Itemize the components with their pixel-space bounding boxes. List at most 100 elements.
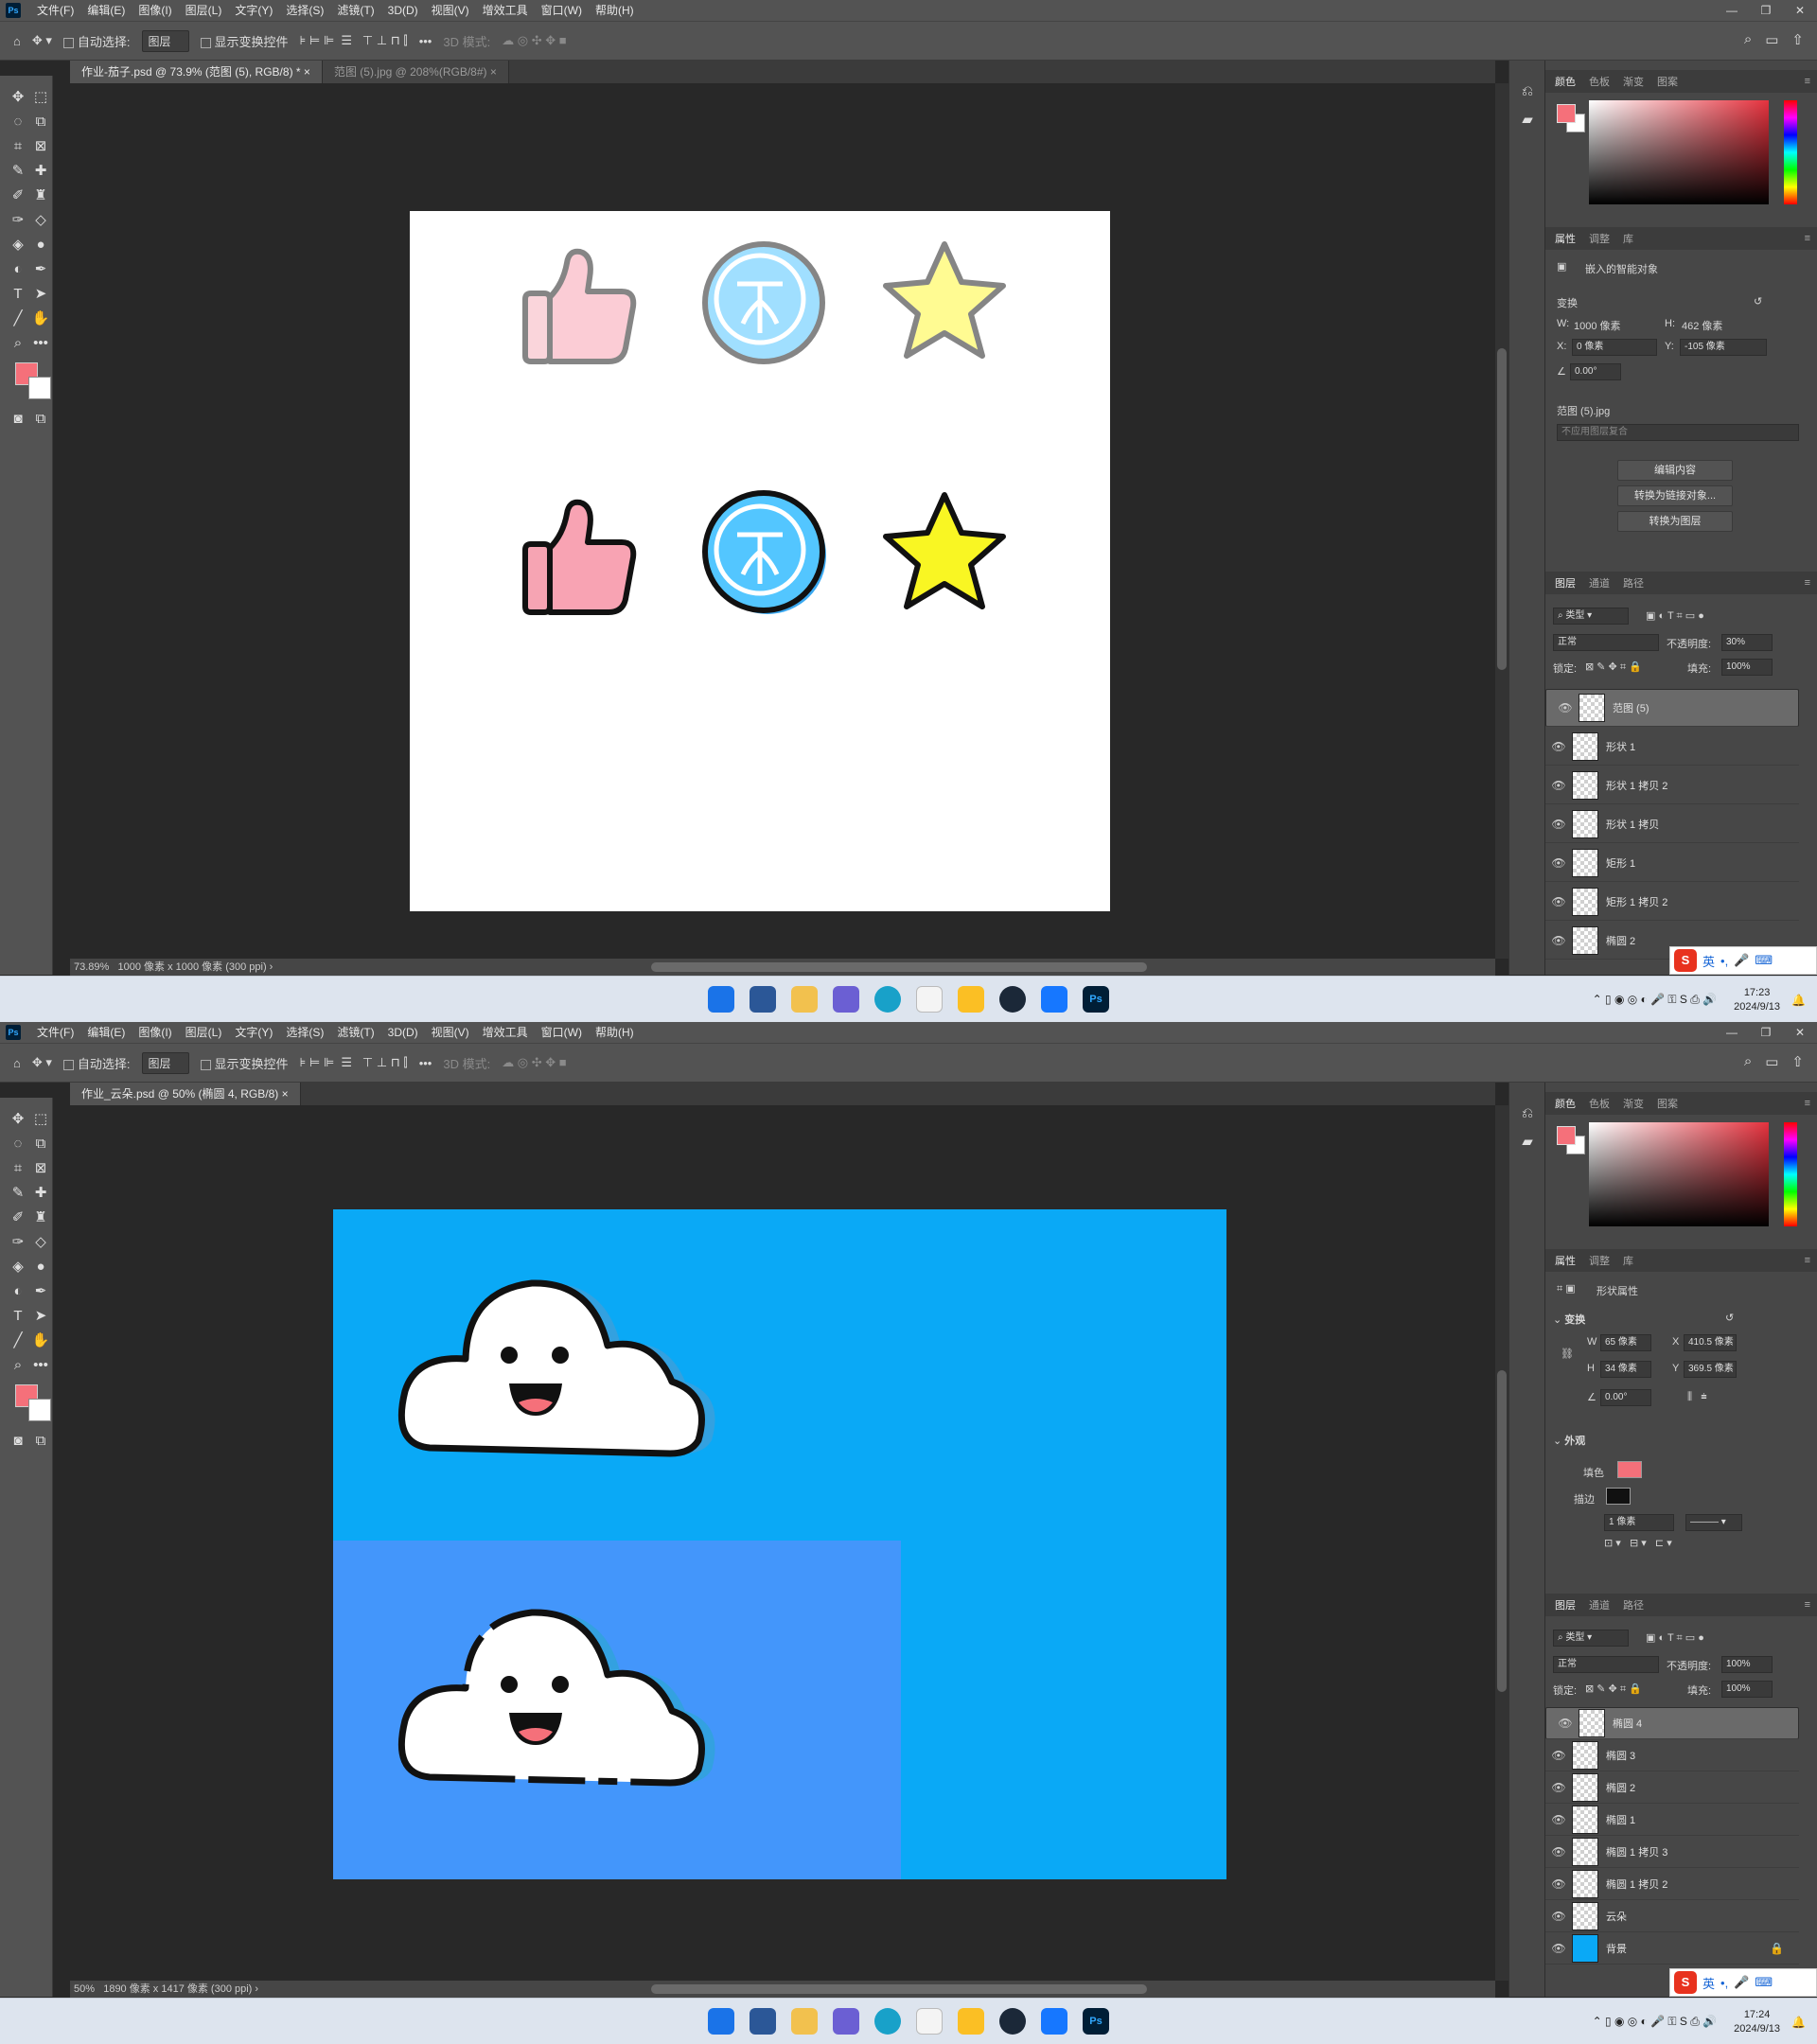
menu-layer[interactable]: 图层(L) [179, 1022, 229, 1043]
qq-icon[interactable] [916, 986, 943, 1013]
workspace-icon[interactable]: ▭ [1765, 31, 1778, 48]
eye-icon[interactable]: 👁 [1545, 1813, 1572, 1826]
panel-menu-icon[interactable]: ≡ [1805, 577, 1810, 589]
align-icons[interactable]: ⊧ ⊨ ⊫ ☰ ⊤ ⊥ ⊓ ⫿ [300, 1055, 408, 1070]
document-canvas[interactable] [410, 211, 1110, 911]
search-icon[interactable]: ⌕ [1744, 31, 1752, 48]
crop-tool-icon[interactable]: ⌗ [6, 134, 30, 157]
notification-icon[interactable]: 🔔 [1791, 2016, 1806, 2029]
tray-icons[interactable]: ⌃ ▯ ◉ ◎ ◐ 🎤 ⚿ S ⎙ 🔊 [1593, 993, 1717, 1007]
lasso-tool-icon[interactable]: ◌ [6, 1132, 30, 1154]
y-field[interactable]: 369.5 像素 [1684, 1361, 1737, 1378]
panel-menu-icon[interactable]: ≡ [1805, 76, 1810, 87]
menu-layer[interactable]: 图层(L) [179, 0, 229, 21]
x-field[interactable]: 410.5 像素 [1684, 1334, 1737, 1351]
menu-help[interactable]: 帮助(H) [589, 0, 641, 21]
layer-filter-icons[interactable]: ▣ ◐ T ⌗ ▭ ● [1646, 609, 1704, 623]
bucket-icon[interactable]: ◈ [6, 233, 30, 256]
path-select-icon[interactable]: ➤ [28, 282, 53, 305]
tab-properties[interactable]: 属性 [1555, 231, 1576, 246]
tab-gradients[interactable]: 渐变 [1623, 1096, 1644, 1111]
layer-select-dropdown[interactable]: 图层 [141, 29, 189, 52]
history-brush-icon[interactable]: ✑ [6, 1230, 30, 1253]
color-spectrum[interactable] [1589, 100, 1769, 204]
move-tool-icon[interactable]: ✥ ▾ [32, 33, 52, 48]
ime-toolbar[interactable]: S 英 •, 🎤 ⌨ [1669, 946, 1817, 975]
menu-plugins[interactable]: 增效工具 [476, 1022, 535, 1043]
foreground-color-swatch[interactable] [1557, 1126, 1576, 1145]
more-icon[interactable]: ••• [419, 1056, 432, 1070]
tab-swatches[interactable]: 色板 [1589, 74, 1610, 89]
menu-file[interactable]: 文件(F) [30, 1022, 80, 1043]
blend-mode-select[interactable]: 正常 [1553, 634, 1659, 651]
vertical-scrollbar[interactable] [1495, 83, 1508, 959]
menu-window[interactable]: 窗口(W) [535, 1022, 589, 1043]
search-icon[interactable]: ⌕ [1744, 1053, 1752, 1070]
tray-icons[interactable]: ⌃ ▯ ◉ ◎ ◐ 🎤 ⚿ S ⎙ 🔊 [1593, 2015, 1717, 2029]
tab-layers[interactable]: 图层 [1555, 575, 1576, 590]
tab-color[interactable]: 颜色 [1555, 74, 1576, 89]
healing-icon[interactable]: ✚ [28, 1181, 53, 1204]
lock-icons[interactable]: ⊠ ✎ ✥ ⌗ 🔒 [1585, 661, 1642, 674]
tab-properties[interactable]: 属性 [1555, 1253, 1576, 1268]
layer-row[interactable]: 👁 椭圆 1 拷贝 2 [1545, 1868, 1799, 1900]
foreground-color-swatch[interactable] [1557, 104, 1576, 123]
feishu-icon[interactable] [1041, 2008, 1067, 2035]
keyboard-icon[interactable]: ⌨ [1755, 953, 1773, 968]
opacity-field[interactable]: 100% [1721, 1656, 1773, 1673]
eye-icon[interactable]: 👁 [1545, 934, 1572, 947]
layer-row[interactable]: 👁 矩形 1 [1545, 844, 1799, 882]
punct-icon[interactable]: •, [1720, 1976, 1728, 1990]
frame-tool-icon[interactable]: ⊠ [28, 1156, 53, 1179]
home-icon[interactable]: ⌂ [13, 1056, 21, 1070]
menu-plugins[interactable]: 增效工具 [476, 0, 535, 21]
menu-view[interactable]: 视图(V) [425, 0, 476, 21]
edge-icon[interactable] [874, 2008, 901, 2035]
history-icon[interactable]: ⎌ [1515, 1101, 1540, 1124]
menu-window[interactable]: 窗口(W) [535, 0, 589, 21]
layer-row[interactable]: 👁 范图 (5) [1545, 689, 1799, 727]
show-transform-checkbox[interactable] [200, 37, 211, 48]
eye-icon[interactable]: 👁 [1545, 1781, 1572, 1794]
width-field[interactable]: 65 像素 [1600, 1334, 1651, 1351]
hue-slider[interactable] [1784, 1122, 1797, 1226]
stroke-color-swatch[interactable] [1606, 1488, 1631, 1505]
object-select-icon[interactable]: ⧉ [28, 110, 53, 132]
ime-toolbar[interactable]: S 英 •, 🎤 ⌨ [1669, 1968, 1817, 1997]
menu-filter[interactable]: 滤镜(T) [330, 0, 380, 21]
height-value[interactable]: 462 像素 [1682, 318, 1722, 333]
layer-row[interactable]: 👁 椭圆 3 [1545, 1739, 1799, 1771]
tab-libraries[interactable]: 库 [1623, 231, 1633, 246]
punct-icon[interactable]: •, [1720, 954, 1728, 968]
pen-tool-icon[interactable]: ✒ [28, 257, 53, 280]
screen-mode-icon[interactable]: ⧉ [28, 407, 53, 430]
eye-icon[interactable]: 👁 [1545, 1942, 1572, 1955]
fill-color-swatch[interactable] [1617, 1461, 1642, 1478]
steam-icon[interactable] [999, 986, 1026, 1013]
tab-adjustments[interactable]: 调整 [1589, 1253, 1610, 1268]
stamp-tool-icon[interactable]: ♜ [28, 1206, 53, 1228]
line-tool-icon[interactable]: ╱ [6, 1329, 30, 1351]
layer-row[interactable]: 👁 形状 1 拷贝 2 [1545, 766, 1799, 804]
minimize-icon[interactable]: — [1715, 1022, 1749, 1043]
eraser-icon[interactable]: ◇ [28, 208, 53, 231]
more-icon[interactable]: ••• [419, 34, 432, 48]
width-value[interactable]: 1000 像素 [1574, 318, 1621, 333]
tab-channels[interactable]: 通道 [1589, 575, 1610, 590]
fill-field[interactable]: 100% [1721, 1681, 1773, 1698]
fill-field[interactable]: 100% [1721, 659, 1773, 676]
auto-select-checkbox[interactable] [62, 1059, 74, 1070]
layer-comp-select[interactable]: 不应用图层复合 [1557, 424, 1799, 441]
object-select-icon[interactable]: ⧉ [28, 1132, 53, 1154]
eye-icon[interactable]: 👁 [1545, 779, 1572, 792]
auto-select-checkbox[interactable] [62, 37, 74, 48]
blur-icon[interactable]: ● [28, 1255, 53, 1278]
tab-close-icon[interactable]: × [490, 65, 497, 79]
layer-row[interactable]: 👁 形状 1 [1545, 728, 1799, 766]
horizontal-scrollbar[interactable] [651, 1984, 1147, 1994]
ime-mode[interactable]: 英 [1702, 952, 1715, 970]
menu-image[interactable]: 图像(I) [132, 1022, 178, 1043]
layer-row[interactable]: 👁 椭圆 4 [1545, 1707, 1799, 1739]
healing-icon[interactable]: ✚ [28, 159, 53, 182]
eye-icon[interactable]: 👁 [1552, 701, 1579, 714]
